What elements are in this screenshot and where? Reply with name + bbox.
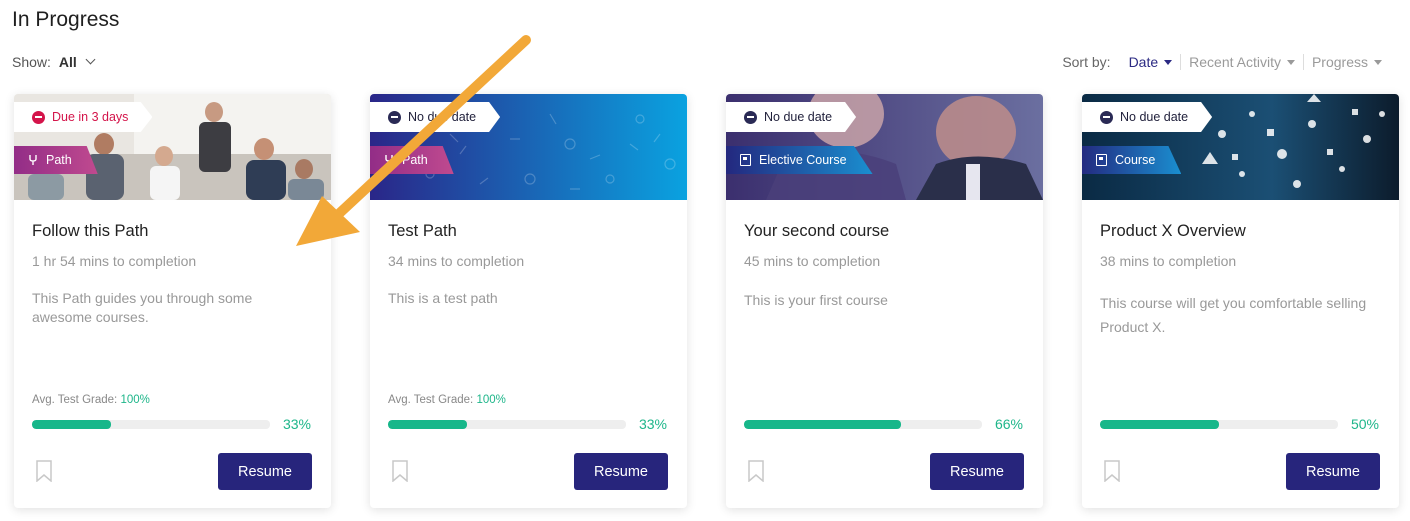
card-duration: 45 mins to completion <box>744 253 881 269</box>
sort-controls: Sort by: Date Recent Activity Progress <box>1062 54 1390 70</box>
progress-fill <box>1100 420 1219 429</box>
card-duration: 34 mins to completion <box>388 253 525 269</box>
sort-option-progress[interactable]: Progress <box>1304 54 1390 70</box>
path-icon <box>28 154 38 166</box>
progress-bar <box>1100 420 1338 429</box>
sort-option-label: Progress <box>1311 54 1368 70</box>
book-icon <box>740 154 751 166</box>
sort-option-label: Recent Activity <box>1189 54 1281 70</box>
path-icon <box>384 154 394 166</box>
grade-value: 100% <box>120 394 150 406</box>
card-thumbnail: No due date Path <box>370 94 687 200</box>
due-date-tag: No due date <box>370 102 501 132</box>
bookmark-icon[interactable] <box>1104 460 1120 483</box>
caret-down-icon <box>1374 59 1382 65</box>
grade-label: Avg. Test Grade: <box>32 394 118 406</box>
due-date-tag: Due in 3 days <box>14 102 153 132</box>
course-card-your-second-course[interactable]: No due date Elective Course Your second … <box>726 94 1043 508</box>
page-title: In Progress <box>12 8 120 31</box>
sort-option-date[interactable]: Date <box>1121 54 1181 70</box>
sort-option-recent-activity[interactable]: Recent Activity <box>1181 54 1303 70</box>
card-thumbnail: No due date Course <box>1082 94 1399 200</box>
progress-bar <box>744 420 982 429</box>
resume-button[interactable]: Resume <box>930 453 1024 490</box>
avg-test-grade: Avg. Test Grade: 100% <box>32 394 150 406</box>
bookmark-icon[interactable] <box>748 460 764 483</box>
type-tag-label: Elective Course <box>759 153 847 167</box>
course-card-product-x-overview[interactable]: No due date Course Product X Overview 38… <box>1082 94 1399 508</box>
caret-down-icon <box>1286 59 1295 65</box>
due-date-tag: No due date <box>726 102 857 132</box>
progress-fill <box>744 420 902 429</box>
progress-percent: 50% <box>1350 416 1379 432</box>
grade-label: Avg. Test Grade: <box>388 394 474 406</box>
progress-percent: 33% <box>638 416 667 432</box>
type-tag: Elective Course <box>726 146 873 174</box>
type-tag: Course <box>1082 146 1182 174</box>
due-date-text: No due date <box>408 110 477 124</box>
card-title[interactable]: Test Path <box>388 222 669 241</box>
type-tag-label: Path <box>402 153 428 167</box>
type-tag-label: Course <box>1115 153 1156 167</box>
progress-fill <box>388 420 467 429</box>
sort-label: Sort by: <box>1062 54 1111 70</box>
card-duration: 38 mins to completion <box>1100 253 1237 269</box>
card-title[interactable]: Product X Overview <box>1100 222 1381 241</box>
caret-down-icon <box>1164 59 1173 65</box>
progress-bar <box>388 420 626 429</box>
type-tag: Path <box>14 146 98 174</box>
no-date-icon <box>1100 110 1113 124</box>
due-date-text: No due date <box>764 110 833 124</box>
no-date-icon <box>744 110 757 124</box>
chevron-down-icon[interactable] <box>85 54 96 64</box>
progress-percent: 33% <box>282 416 311 432</box>
due-date-text: Due in 3 days <box>52 110 129 124</box>
card-description: This is a test path <box>388 290 498 306</box>
bookmark-icon[interactable] <box>392 460 408 483</box>
resume-button[interactable]: Resume <box>1286 453 1380 490</box>
progress-fill <box>32 420 111 429</box>
progress-bar <box>32 420 270 429</box>
type-tag: Path <box>370 146 454 174</box>
grade-value: 100% <box>476 394 506 406</box>
clock-icon <box>32 110 45 124</box>
card-thumbnail: Due in 3 days Path <box>14 94 331 200</box>
bookmark-icon[interactable] <box>36 460 52 483</box>
resume-button[interactable]: Resume <box>218 453 312 490</box>
course-card-follow-this-path[interactable]: Due in 3 days Path Follow this Path 1 hr… <box>14 94 331 508</box>
resume-button[interactable]: Resume <box>574 453 668 490</box>
show-filter-label: Show: <box>12 54 51 70</box>
type-tag-label: Path <box>46 153 72 167</box>
course-card-test-path[interactable]: No due date Path Test Path 34 mins to co… <box>370 94 687 508</box>
card-duration: 1 hr 54 mins to completion <box>32 253 197 269</box>
avg-test-grade: Avg. Test Grade: 100% <box>388 394 506 406</box>
card-thumbnail: No due date Elective Course <box>726 94 1043 200</box>
book-icon <box>1096 154 1107 166</box>
card-description: This is your first course <box>744 292 888 308</box>
card-description: This course will get you comfortable sel… <box>1100 295 1367 335</box>
show-filter-value[interactable]: All <box>59 54 77 70</box>
due-date-tag: No due date <box>1082 102 1213 132</box>
no-date-icon <box>388 110 401 124</box>
show-filter[interactable]: Show: All <box>12 54 96 70</box>
due-date-text: No due date <box>1120 110 1189 124</box>
card-title[interactable]: Follow this Path <box>32 222 313 241</box>
card-title[interactable]: Your second course <box>744 222 1025 241</box>
sort-option-label: Date <box>1128 54 1159 70</box>
progress-percent: 66% <box>994 416 1023 432</box>
card-description: This Path guides you through some awesom… <box>32 290 253 325</box>
